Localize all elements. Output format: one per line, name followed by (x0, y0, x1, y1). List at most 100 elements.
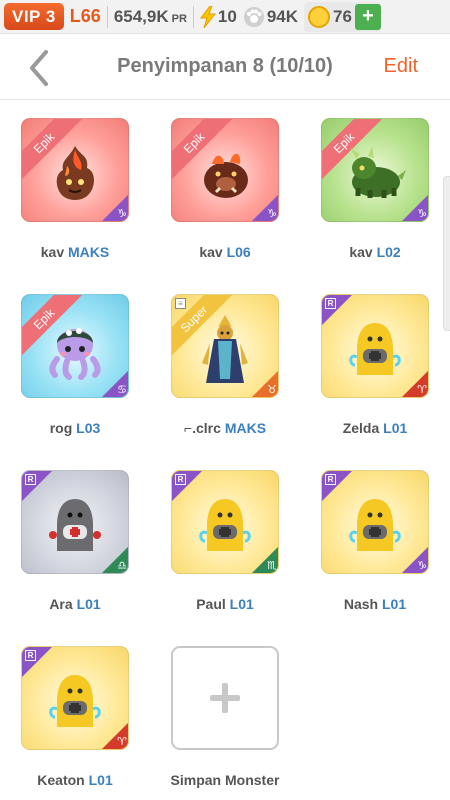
paw-stat[interactable]: 94K (243, 6, 298, 28)
monster-level: L01 (383, 420, 408, 436)
monster-level: L03 (76, 420, 101, 436)
gamepad-blob-monster-icon (199, 499, 251, 552)
monster-name: rog (49, 420, 73, 436)
monster-level: MAKS (68, 244, 110, 260)
zodiac-aries-icon: ♈ (117, 736, 127, 748)
zodiac-cancer-icon: ♋ (117, 384, 127, 396)
rarity-badge: R (25, 474, 36, 485)
monster-name: Zelda (342, 420, 380, 436)
fire-boar-monster-icon (204, 153, 248, 199)
monster-label: Ara L01 (0, 596, 150, 612)
zodiac-capricorn-icon: ♑ (417, 560, 427, 572)
monster-label: Zelda L01 (300, 420, 450, 436)
monster-name: kav (199, 244, 223, 260)
zodiac-taurus-icon: ♉ (267, 384, 277, 396)
monster-name: Keaton (37, 772, 85, 788)
monster-card[interactable]: R ♈ (21, 646, 129, 750)
energy-value: 10 (217, 6, 237, 26)
rarity-badge: R (25, 650, 36, 661)
monster-card[interactable]: Epik ♋ (21, 294, 129, 398)
monster-level: L02 (376, 244, 401, 260)
monster-slot[interactable]: Epik ♑ kav L06 (150, 118, 300, 260)
monster-label: ⌐.clrc MAKS (150, 420, 300, 436)
monster-card[interactable]: Epik ♑ (171, 118, 279, 222)
zodiac-scorpio-icon: ♏ (267, 560, 277, 572)
sorcerer-monster-icon (202, 315, 248, 384)
monster-slot[interactable]: R ♎ Ara L01 (0, 470, 150, 612)
rarity-badge: R (325, 474, 336, 485)
page-header: Penyimpanan 8 (10/10) Edit (0, 34, 450, 100)
monster-slot[interactable]: Epik ♑ kav L02 (300, 118, 450, 260)
fire-monster-icon (56, 146, 94, 201)
zodiac-capricorn-icon: ♑ (117, 208, 127, 220)
add-coins-button[interactable]: + (354, 3, 381, 30)
monster-level: L06 (226, 244, 251, 260)
monster-label: kav MAKS (0, 244, 150, 260)
edit-button[interactable]: Edit (384, 55, 418, 78)
monster-card[interactable]: Epik ♑ (21, 118, 129, 222)
coin-stat[interactable]: 76 + (304, 1, 381, 32)
zodiac-capricorn-icon: ♑ (417, 208, 427, 220)
monster-card[interactable]: ≡ Super ♉ (171, 294, 279, 398)
monster-slot[interactable]: ≡ Super ♉ ⌐.clrc MAKS (150, 294, 300, 436)
monster-slot[interactable]: Epik ♋ rog L03 (0, 294, 150, 436)
monster-level: L01 (229, 596, 254, 612)
octopus-monster-icon (49, 328, 101, 381)
divider (106, 5, 108, 28)
zodiac-capricorn-icon: ♑ (267, 208, 277, 220)
monster-level: MAKS (224, 420, 267, 436)
monster-card[interactable]: R ♏ (171, 470, 279, 574)
monster-name: kav (349, 244, 373, 260)
add-monster-button[interactable] (171, 646, 279, 750)
monster-card[interactable]: R ♎ (21, 470, 129, 574)
monster-slot[interactable]: R ♈ Zelda L01 (300, 294, 450, 436)
power-value: 654,9K (113, 6, 169, 26)
coin-value: 76 (333, 6, 352, 26)
monster-slot[interactable]: R ♈ Keaton L01 (0, 646, 150, 788)
gamepad-blob-monster-icon (349, 323, 401, 376)
monster-label: Keaton L01 (0, 772, 150, 788)
zodiac-libra-icon: ♎ (117, 560, 127, 572)
gamepad-blob-monster-icon (49, 675, 101, 728)
monster-level: L01 (88, 772, 113, 788)
zodiac-aries-icon: ♈ (417, 384, 427, 396)
monster-name: ⌐.clrc (183, 420, 221, 436)
monster-label: kav L06 (150, 244, 300, 260)
monster-level: L01 (382, 596, 407, 612)
monster-name: kav (40, 244, 65, 260)
monster-slot[interactable]: R ♑ Nash L01 (300, 470, 450, 612)
power-rating: 654,9K PR (114, 7, 187, 27)
paw-value: 94K (266, 6, 299, 26)
rarity-badge: R (325, 298, 336, 309)
add-monster-slot[interactable]: Simpan Monster (150, 646, 300, 788)
monster-card[interactable]: R ♈ (321, 294, 429, 398)
book-icon: ≡ (175, 298, 186, 309)
monster-card[interactable]: Epik ♑ (321, 118, 429, 222)
medic-blob-monster-icon (49, 499, 101, 552)
add-monster-label: Simpan Monster (170, 772, 280, 788)
monster-slot[interactable]: Epik ♑ kav MAKS (0, 118, 150, 260)
monster-label: rog L03 (0, 420, 150, 436)
monster-label: Paul L01 (150, 596, 300, 612)
monster-slot[interactable]: R ♏ Paul L01 (150, 470, 300, 612)
leaf-beast-monster-icon (350, 146, 406, 199)
energy-stat[interactable]: 10 (199, 5, 237, 28)
vip-badge[interactable]: VIP 3 (4, 3, 64, 30)
player-level: L66 (69, 6, 101, 26)
back-arrow-icon[interactable] (22, 48, 56, 88)
rarity-badge: R (175, 474, 186, 485)
power-unit: PR (171, 12, 187, 25)
monster-label: kav L02 (300, 244, 450, 260)
monster-name: Paul (196, 596, 226, 612)
divider (192, 5, 194, 28)
page-title: Penyimpanan 8 (10/10) (117, 55, 333, 77)
monster-name: Nash (343, 596, 379, 612)
plus-icon (210, 683, 240, 713)
status-bar: VIP 3 L66 654,9K PR 10 94K 76 + (0, 0, 450, 34)
gamepad-blob-monster-icon (349, 499, 401, 552)
paw-icon (243, 6, 264, 27)
coin-icon (308, 5, 331, 28)
monster-card[interactable]: R ♑ (321, 470, 429, 574)
lightning-icon (199, 5, 216, 28)
monster-level: L01 (76, 596, 101, 612)
